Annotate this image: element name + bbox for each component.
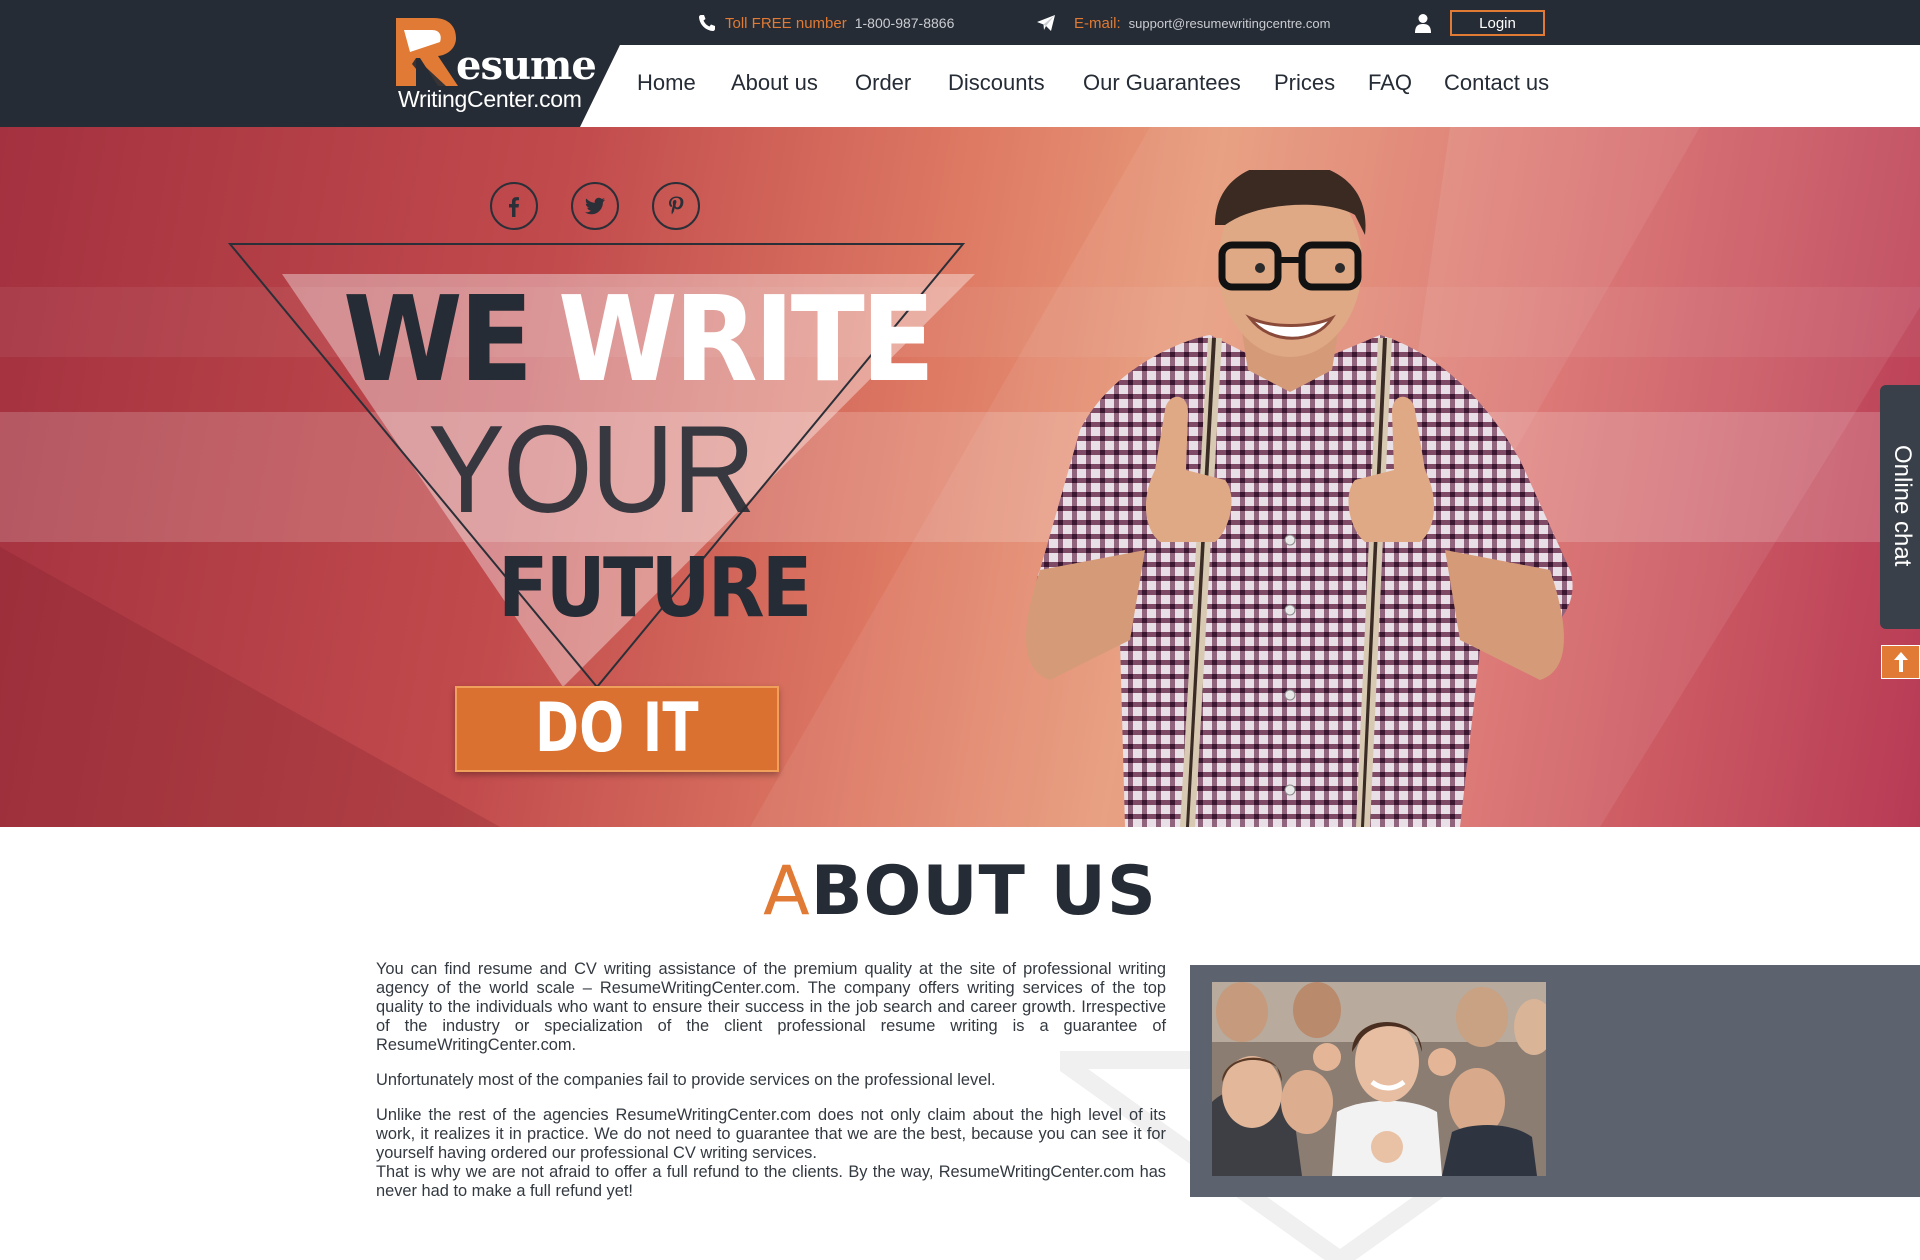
about-paragraph-1: You can find resume and CV writing assis…	[376, 960, 1166, 1054]
do-it-label: DO IT	[535, 689, 699, 768]
scroll-to-top-button[interactable]	[1881, 645, 1920, 679]
nav-about-us[interactable]: About us	[731, 70, 818, 102]
about-us-text: You can find resume and CV writing assis…	[376, 960, 1166, 1217]
nav-prices[interactable]: Prices	[1274, 70, 1335, 102]
nav-home[interactable]: Home	[637, 70, 696, 102]
team-photo	[1212, 982, 1546, 1176]
pinterest-icon	[669, 196, 684, 215]
email-address: support@resumewritingcentre.com	[1128, 15, 1331, 31]
email-contact[interactable]: E-mail: support@resumewritingcentre.com	[1036, 13, 1330, 33]
site-header: esume WritingCenter.com Toll FREE number…	[0, 0, 1920, 144]
nav-contact-us[interactable]: Contact us	[1444, 70, 1549, 102]
toll-free-label: Toll FREE number	[725, 14, 847, 32]
hero-headline-write: WRITE	[558, 270, 935, 408]
user-icon	[1415, 14, 1431, 33]
arrow-up-icon	[1893, 652, 1908, 672]
toll-free-number: 1-800-987-8866	[854, 15, 955, 31]
online-chat-tab[interactable]: Online chat	[1880, 385, 1920, 629]
logo-subtitle: WritingCenter.com	[398, 86, 582, 112]
nav-faq[interactable]: FAQ	[1368, 70, 1412, 102]
login-button[interactable]: Login	[1450, 10, 1545, 36]
logo-word: esume	[456, 42, 597, 89]
paper-plane-icon	[1037, 15, 1055, 31]
hero-headline-future: FUTURE	[498, 541, 812, 636]
online-chat-label: Online chat	[1889, 445, 1916, 567]
logo-r-mark	[396, 18, 458, 86]
do-it-button[interactable]: DO IT	[455, 686, 779, 772]
facebook-icon	[509, 197, 519, 217]
about-heading-first-letter: A	[763, 852, 811, 931]
about-paragraph-2: Unfortunately most of the companies fail…	[376, 1071, 996, 1089]
nav-discounts[interactable]: Discounts	[948, 70, 1045, 102]
twitter-icon	[585, 197, 605, 215]
toll-free-contact[interactable]: Toll FREE number 1-800-987-8866	[697, 13, 954, 33]
team-photo-illustration	[1212, 982, 1546, 1176]
pinterest-button[interactable]	[652, 182, 700, 230]
hero-headline-we: WE	[343, 270, 533, 408]
email-label: E-mail:	[1074, 14, 1121, 32]
site-logo[interactable]: esume WritingCenter.com	[396, 18, 597, 118]
phone-icon	[699, 15, 715, 31]
twitter-button[interactable]	[571, 182, 619, 230]
hero-person-illustration	[1026, 170, 1573, 827]
about-paragraph-4: That is why we are not afraid to offer a…	[376, 1163, 1166, 1200]
about-paragraph-3: Unlike the rest of the agencies ResumeWr…	[376, 1106, 1166, 1162]
hero-headline-your: YOUR	[428, 401, 756, 539]
about-us-heading: ABOUT US	[0, 858, 1920, 926]
nav-our-guarantees[interactable]: Our Guarantees	[1083, 70, 1241, 102]
nav-order[interactable]: Order	[855, 70, 911, 102]
hero-banner: WE WRITE YOUR FUTURE DO IT Online chat	[0, 127, 1920, 827]
about-heading-rest: BOUT US	[810, 852, 1157, 931]
facebook-button[interactable]	[490, 182, 538, 230]
